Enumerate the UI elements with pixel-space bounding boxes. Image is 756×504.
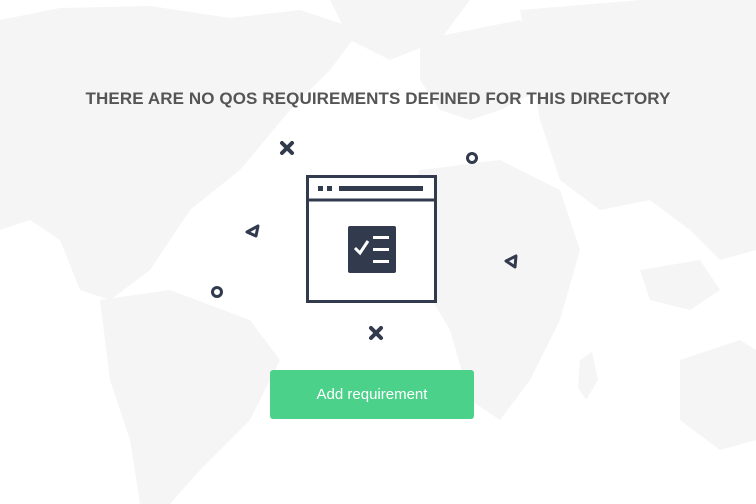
circle-icon (466, 152, 478, 164)
qos-empty-state: THERE ARE NO QOS REQUIREMENTS DEFINED FO… (0, 0, 756, 504)
circle-icon (211, 286, 223, 298)
x-mark-icon (369, 326, 383, 340)
triangle-icon (504, 254, 518, 269)
empty-state-illustration (211, 141, 518, 340)
add-requirement-button[interactable]: Add requirement (270, 370, 474, 419)
triangle-icon (245, 224, 260, 238)
browser-window-checklist-icon (306, 175, 437, 303)
x-mark-icon (280, 141, 294, 155)
